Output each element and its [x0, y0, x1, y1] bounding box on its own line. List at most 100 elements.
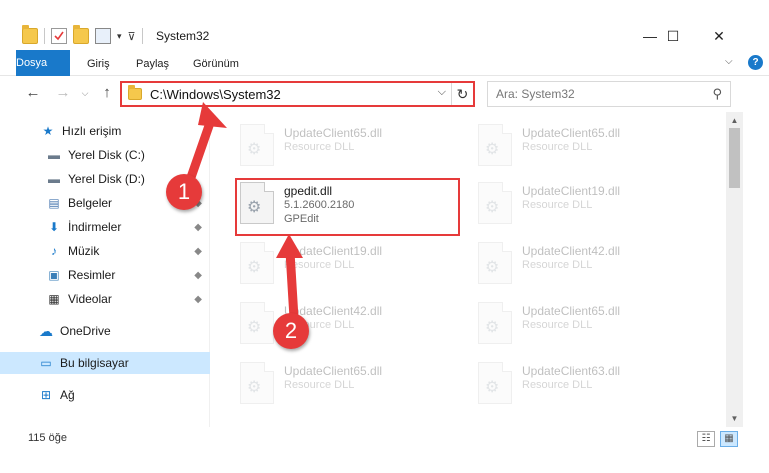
- sidebar-item-label: Yerel Disk (C:): [68, 148, 145, 162]
- cloud-icon: ☁: [39, 322, 53, 339]
- file-name: UpdateClient65.dll: [522, 304, 621, 318]
- sidebar-item-pictures[interactable]: ▣ Resimler ◆: [0, 264, 210, 286]
- sidebar-item-disk-c[interactable]: ▬ Yerel Disk (C:): [0, 144, 210, 166]
- star-icon: ★: [42, 124, 54, 138]
- file-description: Resource DLL: [284, 141, 355, 153]
- file-name: UpdateClient19.dll: [284, 244, 383, 258]
- navigation-bar: ← → ⌵ ↑ C:\Windows\System32 ⌵ ↻ Ara: Sys…: [0, 76, 769, 112]
- sidebar-item-label: Hızlı erişim: [62, 124, 122, 138]
- quick-access-toolbar: ▾ ⊽: [22, 25, 143, 44]
- tab-view[interactable]: Görünüm: [181, 52, 251, 76]
- dll-file-icon: ⚙: [478, 124, 512, 166]
- pin-icon[interactable]: ◆: [194, 246, 202, 257]
- sidebar-item-network[interactable]: ⊞ Ağ: [0, 384, 210, 406]
- file-item[interactable]: ⚙ UpdateClient19.dll Resource DLL: [232, 236, 462, 290]
- dll-file-icon: ⚙: [478, 362, 512, 404]
- sidebar-item-label: Bu bilgisayar: [60, 356, 129, 370]
- downloads-icon: ⬇: [48, 220, 60, 234]
- pin-icon[interactable]: ◆: [194, 294, 202, 305]
- sidebar-item-label: OneDrive: [60, 324, 111, 338]
- file-description: Resource DLL: [522, 259, 593, 271]
- close-button[interactable]: ✕: [696, 24, 742, 48]
- title-bar: ▾ ⊽ System32 — ☐ ✕: [0, 0, 769, 48]
- maximize-button[interactable]: ☐: [650, 24, 696, 48]
- address-bar[interactable]: C:\Windows\System32 ⌵ ↻: [120, 81, 475, 107]
- details-view-icon[interactable]: ☷: [697, 431, 715, 447]
- ribbon: Dosya Giriş Paylaş Görünüm ⌵ ?: [0, 48, 769, 76]
- sidebar-item-label: Yerel Disk (D:): [68, 172, 145, 186]
- chevron-down-icon[interactable]: ▾: [117, 31, 122, 42]
- videos-icon: ▦: [48, 292, 60, 306]
- file-description: Resource DLL: [284, 259, 355, 271]
- music-icon: ♪: [51, 244, 57, 258]
- forward-button[interactable]: →: [54, 84, 72, 102]
- dll-file-icon: ⚙: [240, 302, 274, 344]
- computer-icon: ▭: [40, 356, 52, 370]
- sidebar-item-label: Videolar: [68, 292, 112, 306]
- dll-file-icon: ⚙: [478, 242, 512, 284]
- pin-icon[interactable]: ◆: [194, 222, 202, 233]
- file-item[interactable]: ⚙ UpdateClient65.dll Resource DLL: [470, 296, 700, 350]
- step-badge-2: 2: [273, 313, 309, 349]
- expand-ribbon-icon[interactable]: ⌵: [725, 56, 739, 70]
- status-bar: 115 öğe ☷ ▦: [0, 427, 769, 451]
- file-item[interactable]: ⚙ UpdateClient42.dll Resource DLL: [470, 236, 700, 290]
- up-button[interactable]: ↑: [98, 84, 116, 102]
- sidebar-item-onedrive[interactable]: ☁ OneDrive: [0, 320, 210, 342]
- sidebar-item-label: Müzik: [68, 244, 100, 258]
- properties-icon[interactable]: [51, 28, 67, 44]
- sidebar-item-downloads[interactable]: ⬇ İndirmeler ◆: [0, 216, 210, 238]
- sidebar-item-label: İndirmeler: [68, 220, 122, 234]
- scrollbar-thumb[interactable]: [729, 128, 740, 188]
- folder-icon: [22, 25, 38, 44]
- scroll-up-icon[interactable]: ▲: [726, 112, 743, 129]
- navigation-pane: ★ Hızlı erişim ▬ Yerel Disk (C:) ▬ Yerel…: [0, 112, 210, 427]
- recent-locations-button[interactable]: ⌵: [76, 84, 94, 102]
- search-icon[interactable]: ⚲: [712, 86, 722, 102]
- scroll-down-icon[interactable]: ▼: [726, 410, 743, 427]
- sidebar-item-label: Belgeler: [68, 196, 113, 210]
- file-description: Resource DLL: [522, 141, 593, 153]
- file-description: Resource DLL: [522, 319, 593, 331]
- file-item[interactable]: ⚙ UpdateClient65.dll Resource DLL: [470, 118, 700, 172]
- file-item[interactable]: ⚙ UpdateClient65.dll Resource DLL: [232, 356, 462, 410]
- file-name: UpdateClient63.dll: [522, 364, 621, 378]
- sidebar-item-music[interactable]: ♪ Müzik ◆: [0, 240, 210, 262]
- pictures-icon: ▣: [48, 268, 60, 282]
- sidebar-item-this-pc[interactable]: ▭ Bu bilgisayar: [0, 352, 210, 374]
- file-name: UpdateClient65.dll: [284, 364, 383, 378]
- sidebar-item-videos[interactable]: ▦ Videolar ◆: [0, 288, 210, 310]
- pin-toolbar-icon[interactable]: ⊽: [128, 30, 136, 43]
- dll-file-icon: ⚙: [478, 302, 512, 344]
- step-badge-1: 1: [166, 174, 202, 210]
- new-folder-icon[interactable]: [73, 25, 89, 44]
- tab-share[interactable]: Paylaş: [124, 52, 181, 76]
- drive-icon: ▬: [48, 148, 60, 162]
- dll-file-icon: ⚙: [478, 182, 512, 224]
- sidebar-item-label: Ağ: [60, 388, 75, 402]
- tab-file[interactable]: Dosya: [16, 50, 70, 76]
- pin-icon[interactable]: ◆: [194, 270, 202, 281]
- highlight-box: [235, 178, 460, 236]
- file-item[interactable]: ⚙ UpdateClient63.dll Resource DLL: [470, 356, 700, 410]
- dll-file-icon: ⚙: [240, 124, 274, 166]
- folder-icon: [128, 85, 142, 100]
- dll-file-icon: ⚙: [240, 362, 274, 404]
- file-item[interactable]: ⚙ UpdateClient65.dll Resource DLL: [232, 118, 462, 172]
- search-input[interactable]: Ara: System32 ⚲: [487, 81, 731, 107]
- large-icons-view-icon[interactable]: ▦: [720, 431, 738, 447]
- refresh-button[interactable]: ↻: [451, 83, 473, 105]
- search-placeholder: Ara: System32: [496, 87, 575, 101]
- sidebar-item-quick-access[interactable]: ★ Hızlı erişim: [0, 120, 210, 142]
- address-path[interactable]: C:\Windows\System32: [150, 87, 281, 102]
- dll-file-icon: ⚙: [240, 242, 274, 284]
- chevron-down-icon[interactable]: ⌵: [438, 86, 446, 99]
- customize-toolbar-icon[interactable]: [95, 28, 111, 44]
- help-icon[interactable]: ?: [748, 55, 763, 70]
- back-button[interactable]: ←: [24, 84, 42, 102]
- tab-home[interactable]: Giriş: [75, 52, 122, 76]
- file-item[interactable]: ⚙ UpdateClient42.dll Resource DLL: [232, 296, 462, 350]
- file-description: Resource DLL: [522, 379, 593, 391]
- vertical-scrollbar[interactable]: ▲ ▼: [726, 112, 743, 427]
- file-item[interactable]: ⚙ UpdateClient19.dll Resource DLL: [470, 176, 700, 230]
